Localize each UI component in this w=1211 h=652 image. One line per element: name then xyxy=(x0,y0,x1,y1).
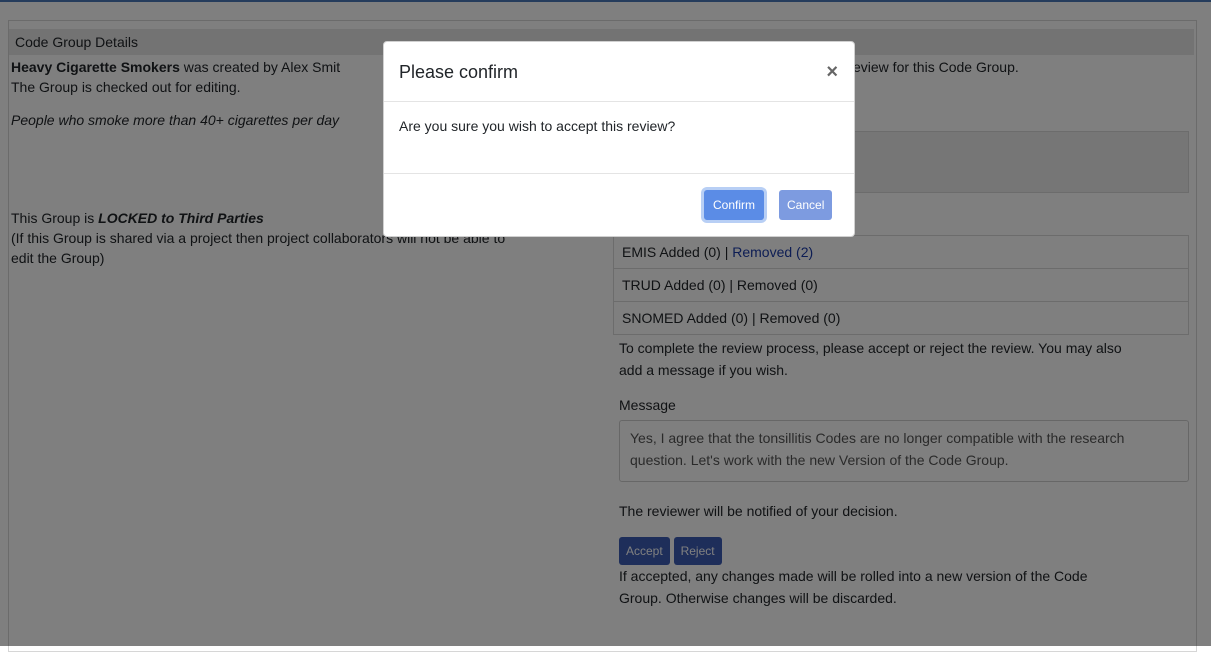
close-icon[interactable]: × xyxy=(826,42,838,102)
modal-title: Please confirm xyxy=(399,62,519,82)
page: Code Group Details Heavy Cigarette Smoke… xyxy=(0,0,1211,652)
modal-header: Please confirm × xyxy=(384,42,854,102)
cancel-button[interactable]: Cancel xyxy=(779,190,833,220)
modal-body: Are you sure you wish to accept this rev… xyxy=(384,102,854,174)
confirm-button[interactable]: Confirm xyxy=(704,190,765,220)
confirm-dialog: Please confirm × Are you sure you wish t… xyxy=(383,41,855,237)
